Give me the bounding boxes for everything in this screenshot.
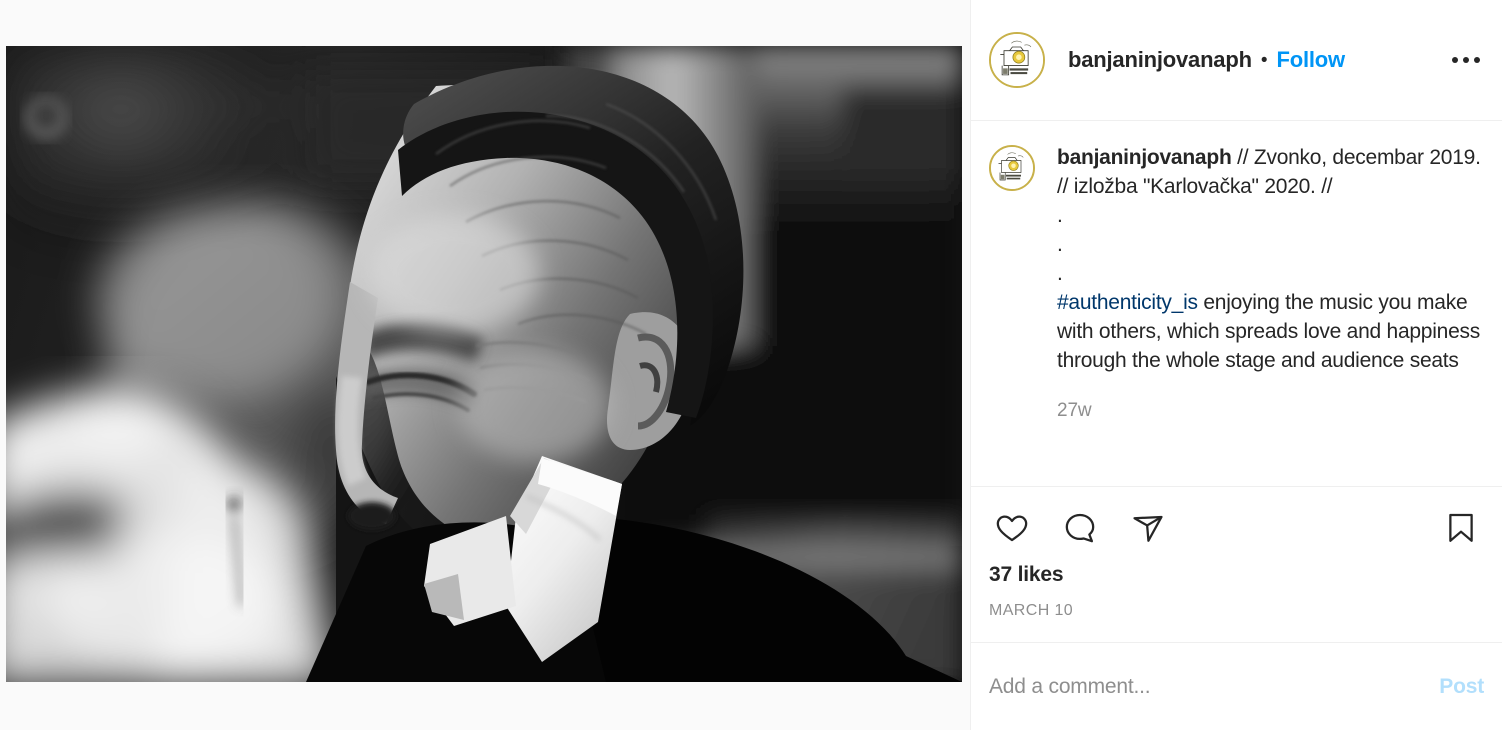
caption-timestamp: 27w [1057,400,1092,421]
caption-dot-line-1: . [1057,204,1063,227]
share-paper-plane-icon [1133,515,1163,542]
caption-avatar[interactable] [989,145,1035,191]
caption-hashtag[interactable]: #authenticity_is [1057,291,1198,314]
avatar-logo-icon [991,34,1043,86]
post-photo[interactable] [6,46,962,682]
caption-dot-line-2: . [1057,233,1063,256]
post-actions: 37 likes MARCH 10 [971,486,1502,642]
instagram-post: banjaninjovanaph • Follow banjaninjovana… [0,0,1502,730]
post-sidebar: banjaninjovanaph • Follow banjaninjovana… [970,0,1502,730]
likes-count[interactable]: 37 likes [989,563,1484,587]
follow-button[interactable]: Follow [1276,49,1345,71]
header-identity: banjaninjovanaph • Follow [1068,49,1438,71]
heart-icon [996,515,1028,542]
comment-bubble-icon [1065,513,1095,543]
bookmark-icon [1449,513,1473,542]
header-username[interactable]: banjaninjovanaph [1068,49,1252,71]
photo-artwork [6,46,962,682]
post-header: banjaninjovanaph • Follow [971,0,1502,121]
caption-dot-line-3: . [1057,262,1063,285]
post-date: MARCH 10 [989,602,1074,619]
more-options-icon [1452,57,1480,63]
caption-item: banjaninjovanaph // Zvonko, decembar 201… [989,143,1482,425]
share-button[interactable] [1125,505,1171,551]
like-button[interactable] [989,505,1035,551]
caption-body: banjaninjovanaph // Zvonko, decembar 201… [1057,143,1482,425]
post-media-column [0,0,970,730]
comment-input[interactable] [989,674,1440,699]
action-row [989,505,1484,551]
comments-region: banjaninjovanaph // Zvonko, decembar 201… [971,121,1502,486]
post-comment-button[interactable]: Post [1439,675,1484,699]
add-comment-bar: Post [971,642,1502,730]
comment-button[interactable] [1057,505,1103,551]
more-options-button[interactable] [1446,40,1486,80]
caption-username[interactable]: banjaninjovanaph [1057,146,1232,169]
header-separator: • [1260,49,1268,71]
avatar-logo-icon [991,147,1033,189]
save-button[interactable] [1438,505,1484,551]
avatar[interactable] [989,32,1045,88]
